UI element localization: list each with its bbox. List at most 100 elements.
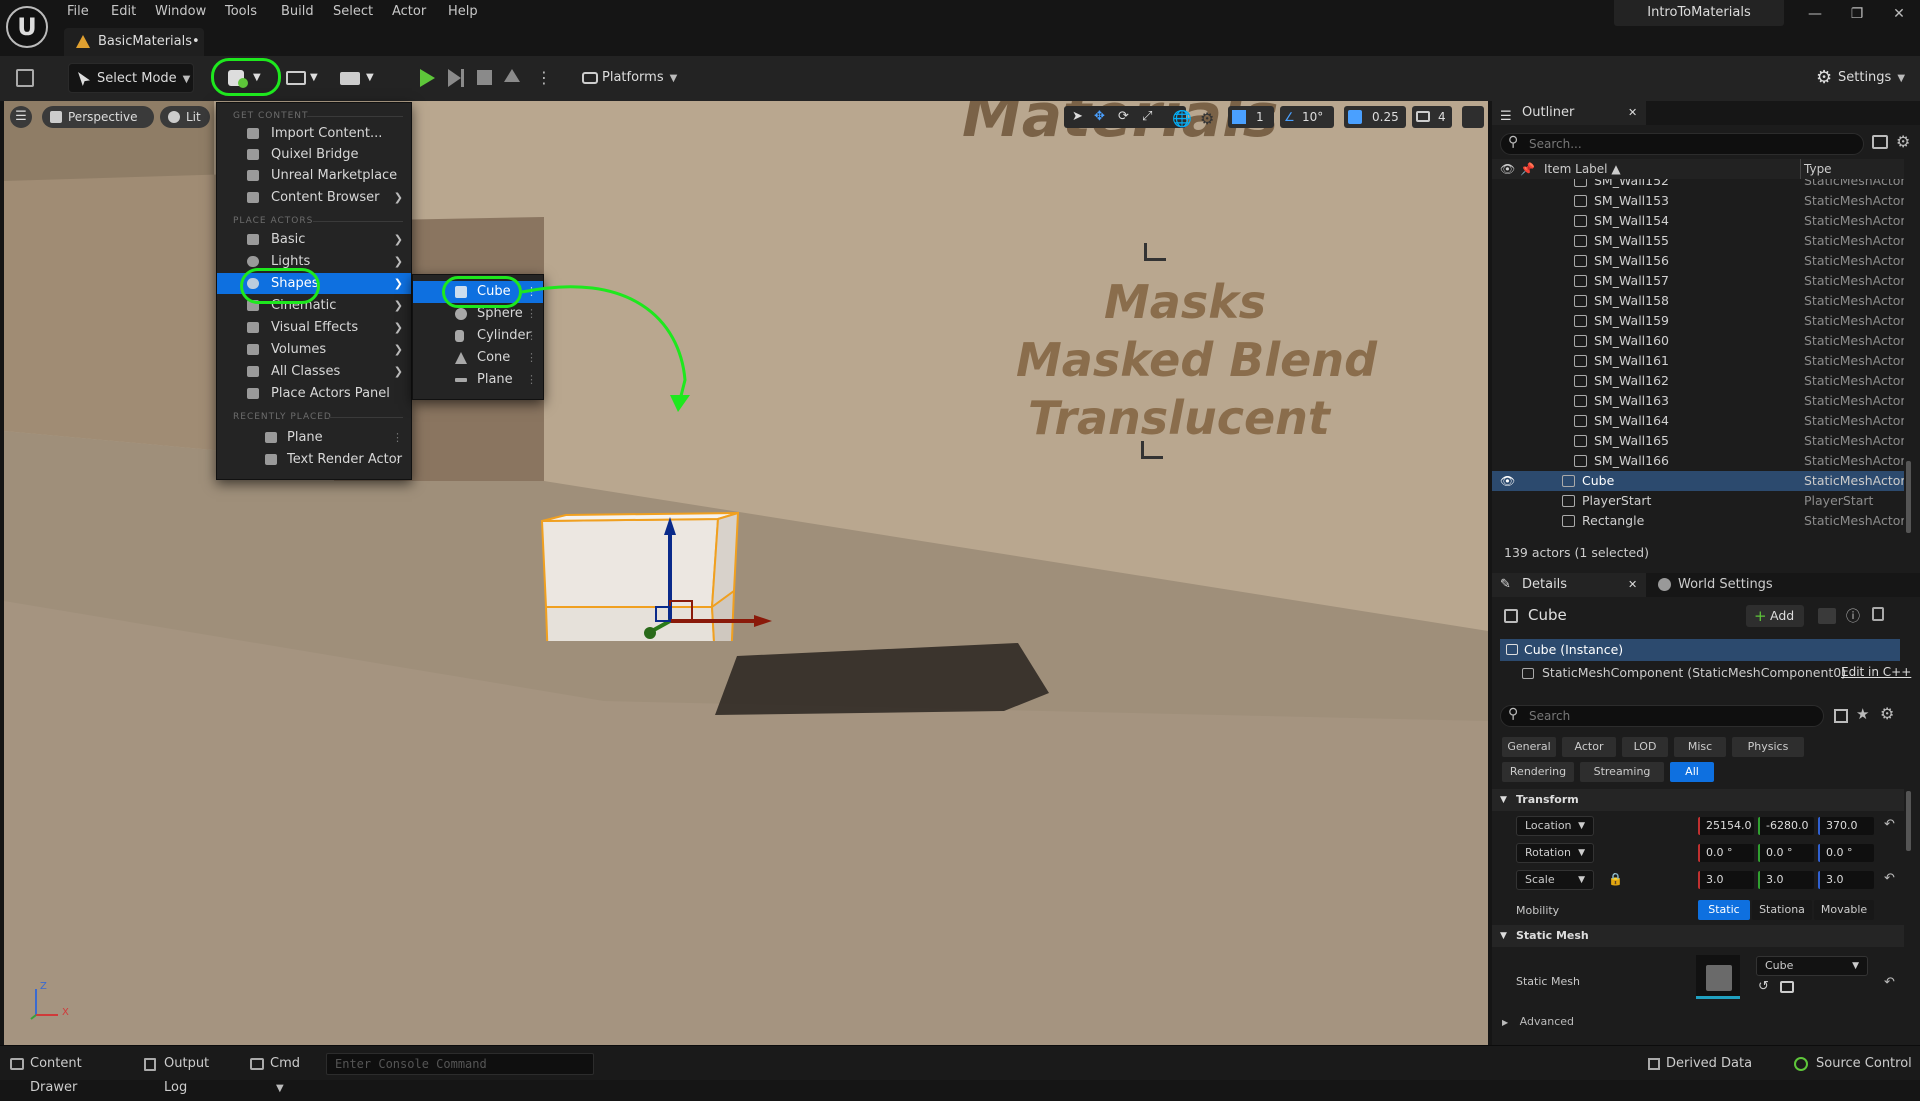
angle-snap-button[interactable]: ∠ 10° xyxy=(1280,106,1334,128)
menu-item-content-browser[interactable]: Content Browser ❯ xyxy=(217,187,411,208)
layout-icon[interactable] xyxy=(1462,106,1484,128)
menu-item-recent-plane[interactable]: Plane ⋮ xyxy=(217,427,411,448)
add-component-button[interactable]: + Add xyxy=(1746,605,1804,627)
rotate-tool-icon[interactable]: ⟳ xyxy=(1118,106,1129,128)
menu-build[interactable]: Build xyxy=(281,4,314,20)
save-icon[interactable] xyxy=(16,69,34,87)
advanced-expander[interactable]: ▶ Advanced xyxy=(1502,1015,1574,1028)
cmd-button[interactable]: Cmd ▼ xyxy=(248,1052,312,1094)
rotation-y-field[interactable]: 0.0 ° xyxy=(1758,844,1814,862)
reset-icon[interactable]: ↶ xyxy=(1884,817,1895,832)
tab-details[interactable]: ✎ Details ✕ xyxy=(1492,573,1646,597)
play-icon[interactable] xyxy=(420,69,435,87)
menu-file[interactable]: File xyxy=(67,4,89,20)
star-icon[interactable]: ★ xyxy=(1856,705,1869,723)
add-folder-icon[interactable] xyxy=(1872,135,1888,149)
outliner-search-input[interactable]: Search... xyxy=(1500,133,1864,155)
blueprint-button[interactable]: ▼ xyxy=(286,63,320,93)
item-label-column[interactable]: Item Label ▲ xyxy=(1544,159,1621,179)
category-general[interactable]: General xyxy=(1502,737,1556,757)
rotation-z-field[interactable]: 0.0 ° xyxy=(1818,844,1874,862)
category-lod[interactable]: LOD xyxy=(1622,737,1668,757)
eye-icon[interactable]: 👁 xyxy=(1500,471,1515,491)
tab-outliner[interactable]: ☰ Outliner ✕ xyxy=(1492,101,1646,125)
outliner-scrollbar[interactable] xyxy=(1906,461,1911,533)
platforms-button[interactable]: Platforms ▼ xyxy=(580,63,680,93)
mobility-stationary[interactable]: Stationa xyxy=(1752,900,1812,920)
outliner-row[interactable]: SM_Wall164 StaticMeshActor xyxy=(1492,411,1904,431)
outliner-row[interactable]: SM_Wall160 StaticMeshActor xyxy=(1492,331,1904,351)
content-drawer-button[interactable]: Content Drawer xyxy=(8,1052,128,1095)
blueprint-icon[interactable] xyxy=(1818,608,1836,624)
details-search-input[interactable]: Search xyxy=(1500,705,1824,727)
component-tree-instance[interactable]: Cube (Instance) xyxy=(1500,639,1900,661)
menu-item-quixel-bridge[interactable]: Quixel Bridge xyxy=(217,144,411,165)
category-all[interactable]: All xyxy=(1670,762,1714,782)
level-tab[interactable]: BasicMaterials• xyxy=(64,28,204,56)
outliner-row[interactable]: SM_Wall158 StaticMeshActor xyxy=(1492,291,1904,311)
tab-world-settings[interactable]: World Settings xyxy=(1658,573,1773,597)
stop-icon[interactable] xyxy=(477,70,492,85)
outliner-row[interactable]: SM_Wall165 StaticMeshActor xyxy=(1492,431,1904,451)
column-divider[interactable] xyxy=(1800,159,1801,179)
scale-y-field[interactable]: 3.0 xyxy=(1758,871,1814,889)
outliner-row-selected[interactable]: 👁 Cube StaticMeshActor xyxy=(1492,471,1904,491)
transform-gizmo[interactable] xyxy=(534,411,774,731)
rotation-x-field[interactable]: 0.0 ° xyxy=(1698,844,1754,862)
outliner-row[interactable]: SM_Wall157 StaticMeshActor xyxy=(1492,271,1904,291)
camera-speed-button[interactable]: 4 xyxy=(1412,106,1452,128)
outliner-row[interactable]: SM_Wall161 StaticMeshActor xyxy=(1492,351,1904,371)
scale-snap-button[interactable]: 0.25 xyxy=(1344,106,1406,128)
rotation-dropdown[interactable]: Rotation ▼ xyxy=(1516,843,1594,863)
outliner-row[interactable]: SM_Wall153 StaticMeshActor xyxy=(1492,191,1904,211)
outliner-row[interactable]: SM_Wall162 StaticMeshActor xyxy=(1492,371,1904,391)
location-z-field[interactable]: 370.0 xyxy=(1818,817,1874,835)
location-y-field[interactable]: -6280.0 xyxy=(1758,817,1814,835)
minimize-icon[interactable]: — xyxy=(1800,6,1830,26)
category-physics[interactable]: Physics xyxy=(1732,737,1804,757)
static-mesh-thumbnail[interactable] xyxy=(1696,955,1740,999)
surface-snap-icon[interactable]: ⚙ xyxy=(1200,109,1214,128)
actor-name[interactable]: Cube xyxy=(1528,606,1567,624)
world-local-icon[interactable]: 🌐 xyxy=(1172,109,1192,128)
grid-snap-button[interactable]: 1 xyxy=(1228,106,1274,128)
menu-edit[interactable]: Edit xyxy=(111,4,136,20)
scale-dropdown[interactable]: Scale ▼ xyxy=(1516,870,1594,890)
mobility-static[interactable]: Static xyxy=(1698,900,1750,920)
menu-item-volumes[interactable]: Volumes ❯ xyxy=(217,339,411,360)
eject-icon[interactable] xyxy=(504,69,520,82)
unreal-logo-icon[interactable]: U xyxy=(6,6,48,48)
lit-button[interactable]: Lit xyxy=(160,106,210,128)
text-actor-icon[interactable] xyxy=(1141,441,1163,459)
menu-item-all-classes[interactable]: All Classes ❯ xyxy=(217,361,411,382)
outliner-row[interactable]: SM_Wall156 StaticMeshActor xyxy=(1492,251,1904,271)
menu-item-place-actors-panel[interactable]: Place Actors Panel xyxy=(217,383,411,404)
advance-frame-icon[interactable] xyxy=(448,69,461,87)
derived-data-button[interactable]: Derived Data xyxy=(1646,1052,1756,1076)
edit-in-cpp-link[interactable]: Edit in C++ xyxy=(1841,665,1911,679)
scale-tool-icon[interactable]: ⤢ xyxy=(1142,106,1152,128)
outliner-row[interactable]: SM_Wall166 StaticMeshActor xyxy=(1492,451,1904,471)
close-window-icon[interactable]: ✕ xyxy=(1884,6,1914,26)
menu-item-recent-text-render[interactable]: Text Render Actor ⋮ xyxy=(217,449,411,470)
close-tab-icon[interactable]: ✕ xyxy=(1628,101,1637,125)
gear-icon[interactable]: ⚙ xyxy=(1880,704,1894,723)
drag-grip-icon[interactable]: ⋮ xyxy=(392,427,403,448)
static-mesh-section-header[interactable]: ▼ Static Mesh xyxy=(1492,925,1904,947)
text-actor-icon[interactable] xyxy=(1144,243,1166,261)
menu-item-import-content[interactable]: Import Content... xyxy=(217,123,411,144)
drag-grip-icon[interactable]: ⋮ xyxy=(392,449,403,470)
outliner-row[interactable]: SM_Wall154 StaticMeshActor xyxy=(1492,211,1904,231)
location-dropdown[interactable]: Location ▼ xyxy=(1516,816,1594,836)
browse-folder-icon[interactable] xyxy=(1780,981,1794,993)
select-mode-button[interactable]: Select Mode ▼ xyxy=(68,63,194,93)
source-control-button[interactable]: Source Control xyxy=(1792,1052,1916,1076)
outliner-row[interactable]: SM_Wall163 StaticMeshActor xyxy=(1492,391,1904,411)
category-misc[interactable]: Misc xyxy=(1674,737,1726,757)
outliner-row[interactable]: SM_Wall159 StaticMeshActor xyxy=(1492,311,1904,331)
menu-select[interactable]: Select xyxy=(333,4,373,20)
location-x-field[interactable]: 25154.0 xyxy=(1698,817,1754,835)
outliner-row[interactable]: SM_Wall152 StaticMeshActor xyxy=(1492,179,1904,191)
menu-help[interactable]: Help xyxy=(448,4,478,20)
more-options-icon[interactable]: ⋮ xyxy=(536,68,552,87)
